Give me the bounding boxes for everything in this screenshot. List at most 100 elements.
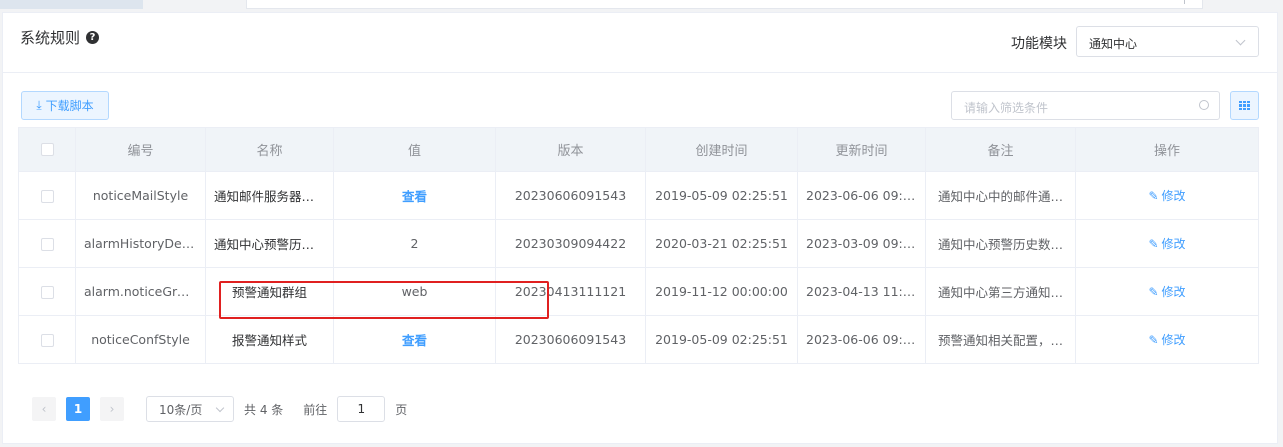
col-header-name: 名称 xyxy=(205,127,334,172)
edit-icon: ✎ xyxy=(1148,285,1159,299)
cell-name: 报警通知样式 xyxy=(205,315,334,364)
module-select[interactable]: 通知中心 xyxy=(1076,26,1259,57)
row-checkbox[interactable] xyxy=(40,286,54,299)
panel-header: 系统规则 ? 功能模块 通知中心 xyxy=(3,13,1277,73)
edit-button[interactable]: ✎ 修改 xyxy=(1148,189,1185,203)
chevron-down-icon xyxy=(1235,35,1246,46)
row-checkbox[interactable] xyxy=(40,190,54,203)
goto-page-input[interactable]: 1 xyxy=(337,396,386,422)
col-header-version: 版本 xyxy=(495,127,646,172)
table-header-row: 编号 名称 值 版本 创建时间 更新时间 备注 操作 xyxy=(18,127,1259,172)
cell-value: 查看 xyxy=(333,171,496,220)
col-header-created: 创建时间 xyxy=(645,127,798,172)
pagination: ‹ 1 › 10条/页 共 4 条 前往 1 页 xyxy=(32,396,407,422)
caret-icon xyxy=(1184,0,1192,4)
search-placeholder: 请输入筛选条件 xyxy=(964,101,1049,115)
row-select-cell[interactable] xyxy=(18,267,76,316)
cell-remark: 通知中心预警历史数… xyxy=(925,219,1076,268)
cell-name: 预警通知群组 xyxy=(205,267,334,316)
table-row: noticeConfStyle 报警通知样式 查看 20230606091543… xyxy=(18,315,1259,364)
cell-remark: 通知中心中的邮件通… xyxy=(925,171,1076,220)
cell-value: web xyxy=(333,267,496,316)
row-checkbox[interactable] xyxy=(40,334,54,347)
cell-created: 2020-03-21 02:25:51 xyxy=(645,219,798,268)
help-icon[interactable]: ? xyxy=(86,31,100,44)
cell-code: alarm.noticeGroup xyxy=(75,267,206,316)
table-grid-icon xyxy=(1239,101,1250,110)
cell-code: noticeMailStyle xyxy=(75,171,206,220)
cell-version: 20230606091543 xyxy=(495,315,646,364)
view-value-link[interactable]: 查看 xyxy=(402,189,427,204)
cell-action: ✎ 修改 xyxy=(1075,315,1259,364)
cell-name: 通知邮件服务器配置 xyxy=(205,171,334,220)
edit-button[interactable]: ✎ 修改 xyxy=(1148,285,1185,299)
search-icon xyxy=(1199,100,1209,110)
cell-remark: 通知中心第三方通知… xyxy=(925,267,1076,316)
table-row: noticeMailStyle 通知邮件服务器配置 查看 20230606091… xyxy=(18,171,1259,220)
cell-updated: 2023-03-09 09:44:22 xyxy=(797,219,926,268)
cell-action: ✎ 修改 xyxy=(1075,219,1259,268)
rules-table: 编号 名称 值 版本 创建时间 更新时间 备注 操作 noticeMailSty… xyxy=(18,127,1259,364)
cell-name: 通知中心预警历史删… xyxy=(205,219,334,268)
column-settings-button[interactable] xyxy=(1230,91,1259,120)
cell-version: 20230606091543 xyxy=(495,171,646,220)
top-tab-strip xyxy=(0,0,1283,9)
active-tab[interactable] xyxy=(0,0,143,9)
cell-updated: 2023-06-06 09:15:43 xyxy=(797,171,926,220)
cell-updated: 2023-04-13 11:11:21 xyxy=(797,267,926,316)
select-all-cell[interactable] xyxy=(18,127,76,172)
cell-value: 查看 xyxy=(333,315,496,364)
page-title: 系统规则 ? xyxy=(20,27,100,48)
download-script-label: 下载脚本 xyxy=(45,99,94,113)
filter-search-input[interactable]: 请输入筛选条件 xyxy=(951,91,1220,120)
col-header-remark: 备注 xyxy=(925,127,1076,172)
cell-created: 2019-11-12 00:00:00 xyxy=(645,267,798,316)
cell-action: ✎ 修改 xyxy=(1075,171,1259,220)
page-title-text: 系统规则 xyxy=(20,29,81,47)
module-label: 功能模块 xyxy=(1011,36,1067,52)
view-value-link[interactable]: 查看 xyxy=(402,333,427,348)
download-script-button[interactable]: ⤓ 下载脚本 xyxy=(21,91,109,120)
page-size-value: 10条/页 xyxy=(159,402,203,417)
row-select-cell[interactable] xyxy=(18,171,76,220)
module-select-value: 通知中心 xyxy=(1089,37,1138,51)
edit-label: 修改 xyxy=(1161,189,1186,203)
cell-code: noticeConfStyle xyxy=(75,315,206,364)
edit-label: 修改 xyxy=(1161,285,1186,299)
col-header-updated: 更新时间 xyxy=(797,127,926,172)
goto-suffix: 页 xyxy=(395,402,408,417)
next-page-button[interactable]: › xyxy=(100,397,124,421)
edit-button[interactable]: ✎ 修改 xyxy=(1148,333,1185,347)
edit-label: 修改 xyxy=(1161,237,1186,251)
cell-value: 2 xyxy=(333,219,496,268)
edit-icon: ✎ xyxy=(1148,237,1159,251)
table-row: alarm.noticeGroup 预警通知群组 web 20230413111… xyxy=(18,267,1259,316)
goto-prefix: 前往 xyxy=(303,402,328,417)
cell-updated: 2023-06-06 09:15:43 xyxy=(797,315,926,364)
cell-created: 2019-05-09 02:25:51 xyxy=(645,171,798,220)
col-header-action: 操作 xyxy=(1075,127,1259,172)
col-header-code: 编号 xyxy=(75,127,206,172)
chevron-down-icon xyxy=(215,403,225,413)
cell-remark: 预警通知相关配置，… xyxy=(925,315,1076,364)
edit-icon: ✎ xyxy=(1148,189,1159,203)
prev-page-button[interactable]: ‹ xyxy=(32,397,56,421)
col-header-value: 值 xyxy=(333,127,496,172)
row-select-cell[interactable] xyxy=(18,315,76,364)
total-count: 共 4 条 xyxy=(244,402,284,417)
cell-code: alarmHistoryDele… xyxy=(75,219,206,268)
edit-icon: ✎ xyxy=(1148,333,1159,347)
edit-button[interactable]: ✎ 修改 xyxy=(1148,237,1185,251)
cell-version: 20230413111121 xyxy=(495,267,646,316)
edit-label: 修改 xyxy=(1161,333,1186,347)
table-row: alarmHistoryDele… 通知中心预警历史删… 2 202303090… xyxy=(18,219,1259,268)
row-checkbox[interactable] xyxy=(40,238,54,251)
row-select-cell[interactable] xyxy=(18,219,76,268)
current-page-number[interactable]: 1 xyxy=(66,397,90,421)
cell-action: ✎ 修改 xyxy=(1075,267,1259,316)
cell-version: 20230309094422 xyxy=(495,219,646,268)
cell-created: 2019-05-09 02:25:51 xyxy=(645,315,798,364)
tab-header-field xyxy=(246,0,1203,9)
page-size-select[interactable]: 10条/页 xyxy=(146,396,234,422)
select-all-checkbox[interactable] xyxy=(40,143,54,156)
